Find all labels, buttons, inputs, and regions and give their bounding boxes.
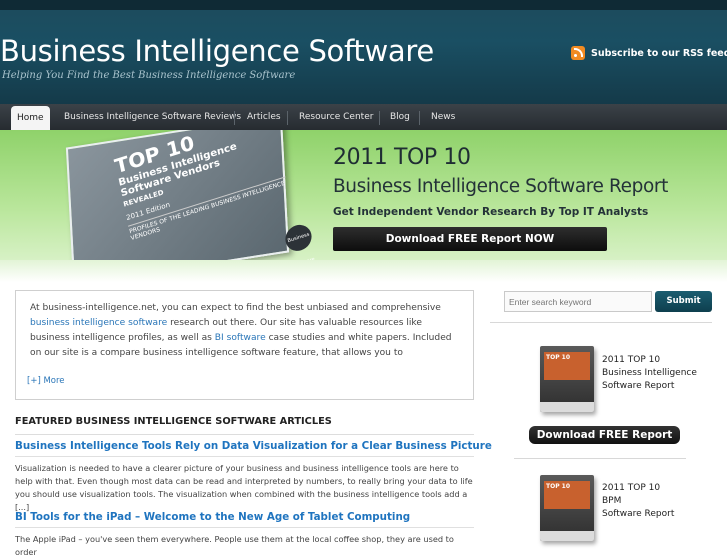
featured-articles-heading: FEATURED BUSINESS INTELLIGENCE SOFTWARE … <box>15 416 332 427</box>
search-input[interactable] <box>504 291 652 312</box>
rss-label[interactable]: Subscribe to our RSS feed <box>591 48 727 59</box>
divider <box>15 456 474 457</box>
banner-title-year: 2011 TOP 10 <box>333 145 471 170</box>
intro-text: At business-intelligence.net, you can ex… <box>30 301 460 361</box>
bi-software-short-link[interactable]: BI software <box>215 333 266 343</box>
nav-item-articles[interactable]: Articles <box>247 104 281 130</box>
divider <box>490 322 712 323</box>
intro-text-part: At business-intelligence.net, you can ex… <box>30 303 441 313</box>
download-free-report-button[interactable]: Download FREE Report <box>529 426 680 444</box>
article-title-link[interactable]: BI Tools for the iPad – Welcome to the N… <box>15 511 410 523</box>
divider <box>514 458 686 459</box>
cover-label: TOP 10 <box>546 483 571 490</box>
bpm-report-promo-text[interactable]: 2011 TOP 10 BPM Software Report <box>602 482 712 521</box>
report-cover-image: TOP 10 Business Intelligence Software Ve… <box>65 130 315 260</box>
header-topline <box>0 0 727 10</box>
article-excerpt: The Apple iPad – you've seen them everyw… <box>15 534 454 557</box>
business-software-logo: Business Software <box>282 221 315 260</box>
bi-software-link[interactable]: business intelligence software <box>30 318 167 328</box>
divider <box>15 434 474 435</box>
bi-report-promo-text[interactable]: 2011 TOP 10 Business Intelligence Softwa… <box>602 354 712 393</box>
bpm-report-cover-thumbnail[interactable]: TOP 10 <box>540 475 594 541</box>
banner-title-report: Business Intelligence Software Report <box>333 176 668 197</box>
nav-item-resource-center[interactable]: Resource Center <box>299 104 373 130</box>
cover-base <box>540 402 594 412</box>
download-report-button[interactable]: Download FREE Report NOW <box>333 227 607 251</box>
nav-item-news[interactable]: News <box>431 104 455 130</box>
nav-separator <box>287 111 288 125</box>
cover-base <box>540 531 594 541</box>
promo-line: 2011 TOP 10 <box>602 355 661 365</box>
intro-box: At business-intelligence.net, you can ex… <box>15 290 474 400</box>
promo-line: 2011 TOP 10 <box>602 483 661 493</box>
cover-label: TOP 10 <box>546 354 571 361</box>
divider <box>15 527 474 528</box>
site-header: Business Intelligence Software Helping Y… <box>0 0 727 104</box>
promo-line: Business Intelligence <box>602 368 697 378</box>
promo-line: Software Report <box>602 381 675 391</box>
main-navigation: Home Business Intelligence Software Revi… <box>0 104 727 130</box>
nav-separator <box>379 111 380 125</box>
nav-separator <box>234 111 235 125</box>
nav-separator <box>419 111 420 125</box>
rss-subscribe-link[interactable]: Subscribe to our RSS feed <box>571 46 727 60</box>
more-link[interactable]: [+] More <box>27 376 65 386</box>
promo-line: BPM <box>602 496 622 506</box>
promo-line: Software Report <box>602 509 675 519</box>
article-excerpt: Visualization is needed to have a cleare… <box>15 463 473 512</box>
rss-icon <box>571 46 585 60</box>
nav-item-blog[interactable]: Blog <box>390 104 410 130</box>
banner-fade <box>0 260 727 282</box>
site-tagline: Helping You Find the Best Business Intel… <box>2 70 296 81</box>
nav-item-home[interactable]: Home <box>11 106 50 130</box>
article-title-link[interactable]: Business Intelligence Tools Rely on Data… <box>15 440 492 452</box>
bi-report-cover-thumbnail[interactable]: TOP 10 <box>540 346 594 412</box>
report-cover-text: TOP 10 Business Intelligence Software Ve… <box>113 130 289 242</box>
site-title[interactable]: Business Intelligence Software <box>0 34 434 68</box>
nav-item-bi-software-reviews[interactable]: Business Intelligence Software Reviews <box>64 104 241 130</box>
banner-subtitle: Get Independent Vendor Research By Top I… <box>333 206 649 218</box>
search-submit-button[interactable]: Submit <box>655 291 712 312</box>
